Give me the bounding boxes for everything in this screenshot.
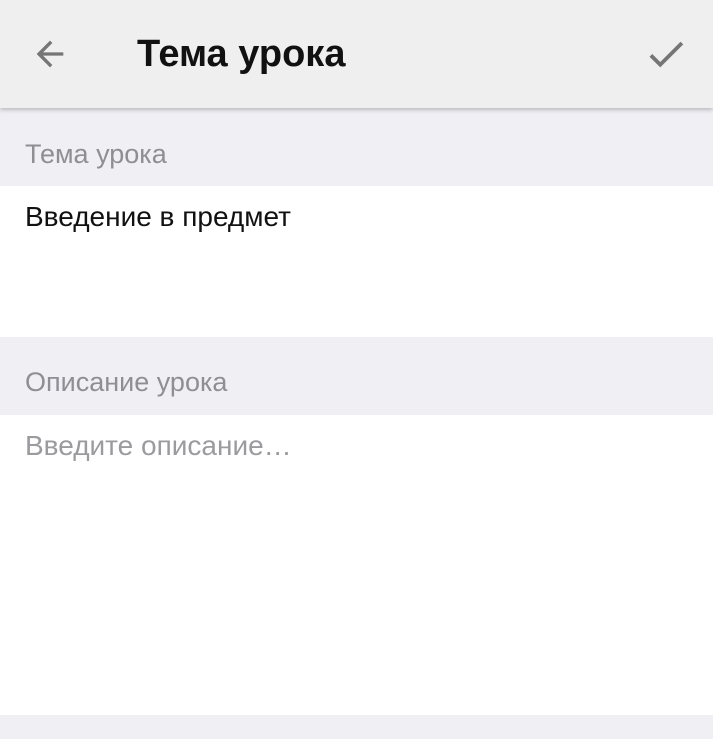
checkmark-icon [649, 41, 684, 68]
app-bar: Тема урока [0, 0, 713, 108]
arrow-back-icon [36, 40, 64, 68]
back-button[interactable] [14, 18, 86, 90]
description-placeholder[interactable]: Введите описание… [25, 429, 292, 463]
topic-label: Тема урока [25, 139, 167, 169]
confirm-button[interactable] [630, 18, 702, 90]
page-title: Тема урока [137, 33, 346, 75]
topic-section-header: Тема урока [0, 108, 713, 186]
lesson-topic-screen: Тема урока Тема урока Введение в предмет… [0, 0, 713, 739]
description-label: Описание урока [25, 367, 228, 397]
topic-field[interactable]: Введение в предмет [0, 186, 713, 337]
description-section-header: Описание урока [0, 337, 713, 415]
description-field[interactable]: Введите описание… [0, 415, 713, 715]
topic-input-value[interactable]: Введение в предмет [25, 200, 291, 234]
